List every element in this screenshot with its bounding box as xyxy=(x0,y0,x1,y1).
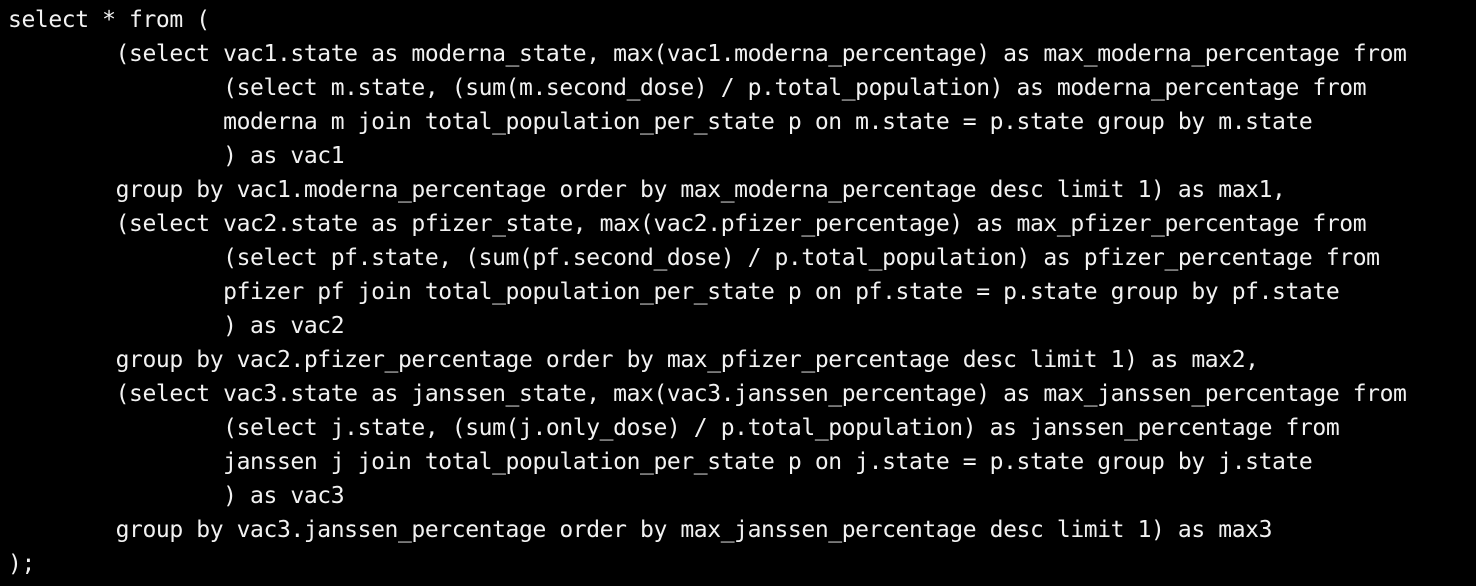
sql-line-3: (select m.state, (sum(m.second_dose) / p… xyxy=(8,75,1367,101)
sql-line-1: select * from ( xyxy=(8,7,210,33)
sql-line-13: (select j.state, (sum(j.only_dose) / p.t… xyxy=(8,415,1340,441)
sql-line-7: (select vac2.state as pfizer_state, max(… xyxy=(8,211,1367,237)
sql-line-8: (select pf.state, (sum(pf.second_dose) /… xyxy=(8,245,1380,271)
terminal-window[interactable]: select * from ( (select vac1.state as mo… xyxy=(0,0,1476,586)
sql-line-5: ) as vac1 xyxy=(8,143,345,169)
sql-line-15: ) as vac3 xyxy=(8,483,345,509)
sql-line-10: ) as vac2 xyxy=(8,313,345,339)
sql-line-2: (select vac1.state as moderna_state, max… xyxy=(8,41,1407,67)
sql-line-17: ); xyxy=(8,551,35,577)
sql-line-14: janssen j join total_population_per_stat… xyxy=(8,449,1313,475)
sql-line-12: (select vac3.state as janssen_state, max… xyxy=(8,381,1407,407)
sql-line-9: pfizer pf join total_population_per_stat… xyxy=(8,279,1340,305)
sql-line-6: group by vac1.moderna_percentage order b… xyxy=(8,177,1286,203)
sql-line-11: group by vac2.pfizer_percentage order by… xyxy=(8,347,1259,373)
sql-line-4: moderna m join total_population_per_stat… xyxy=(8,109,1313,135)
sql-line-16: group by vac3.janssen_percentage order b… xyxy=(8,517,1273,543)
